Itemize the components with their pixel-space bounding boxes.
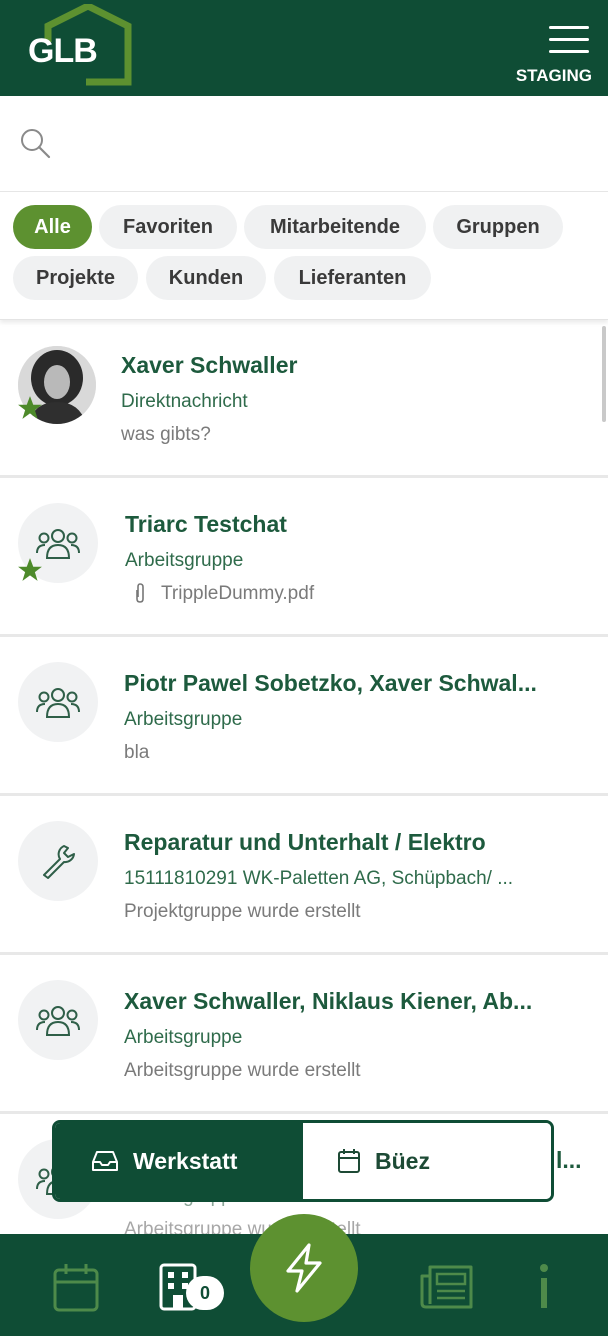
toggle-werkstatt[interactable]: Werkstatt (55, 1123, 303, 1199)
buildings-badge: 0 (186, 1276, 224, 1310)
paperclip-icon (136, 583, 144, 603)
chat-last-message: Arbeitsgruppe wurde erstellt (124, 1060, 361, 1081)
group-icon (36, 529, 80, 559)
search-icon (21, 129, 51, 159)
chat-subtitle: Arbeitsgruppe (124, 709, 243, 730)
search-input[interactable] (62, 124, 582, 164)
lightning-icon (286, 1243, 322, 1293)
chat-title: l... (556, 1147, 582, 1173)
group-icon (36, 688, 80, 718)
chat-subtitle: 15111810291 WK-Paletten AG, Schüpbach/ .… (124, 868, 514, 889)
filter-chip-projekte[interactable]: Projekte (13, 256, 138, 300)
hamburger-icon (549, 26, 589, 29)
avatar (18, 662, 98, 742)
filter-chip-lieferanten[interactable]: Lieferanten (274, 256, 431, 300)
filter-chip-favoriten[interactable]: Favoriten (99, 205, 237, 249)
chat-list: Xaver Schwaller Direktnachricht was gibt… (0, 320, 608, 1234)
chat-row[interactable]: Xaver Schwaller Direktnachricht was gibt… (0, 320, 608, 478)
wrench-icon (43, 845, 75, 879)
newspaper-icon[interactable] (420, 1264, 474, 1310)
avatar (18, 980, 98, 1060)
mode-toggle: Werkstatt Büez (52, 1120, 554, 1202)
filter-chips: Alle Favoriten Mitarbeitende Gruppen Pro… (0, 192, 608, 320)
filter-chip-gruppen[interactable]: Gruppen (433, 205, 563, 249)
avatar (18, 821, 98, 901)
toggle-bueez[interactable]: Büez (303, 1123, 551, 1199)
chat-title: Piotr Pawel Sobetzko, Xaver Schwal... (124, 670, 537, 696)
chat-title: Xaver Schwaller, Niklaus Kiener, Ab... (124, 988, 533, 1014)
chat-row[interactable]: Piotr Pawel Sobetzko, Xaver Schwal... Ar… (0, 638, 608, 796)
menu-button[interactable] (549, 26, 589, 56)
chat-last-message: TrippleDummy.pdf (161, 583, 315, 604)
chat-title: Triarc Testchat (125, 511, 287, 537)
favorite-star-icon (18, 396, 42, 419)
chat-title: Xaver Schwaller (121, 352, 298, 378)
favorite-star-icon (18, 558, 42, 581)
chat-subtitle: Arbeitsgruppe (124, 1027, 243, 1048)
toggle-werkstatt-label: Werkstatt (133, 1147, 238, 1174)
calendar-icon (338, 1149, 360, 1173)
chat-row[interactable]: Xaver Schwaller, Niklaus Kiener, Ab... A… (0, 956, 608, 1114)
chat-row[interactable]: Triarc Testchat Arbeitsgruppe TrippleDum… (0, 479, 608, 637)
chat-last-message: bla (124, 742, 150, 763)
chat-last-message: Arbeitsgruppe wurde erstellt (124, 1219, 361, 1234)
search-bar (0, 96, 608, 192)
chat-subtitle: Direktnachricht (121, 391, 248, 412)
toggle-bueez-label: Büez (375, 1147, 430, 1174)
scrollbar[interactable] (602, 326, 606, 422)
chat-row[interactable]: Reparatur und Unterhalt / Elektro 151118… (0, 797, 608, 955)
chat-title: Reparatur und Unterhalt / Elektro (124, 829, 486, 855)
inbox-icon (92, 1151, 118, 1171)
actions-button[interactable] (250, 1214, 358, 1322)
calendar-icon[interactable] (52, 1262, 100, 1314)
chat-last-message: Projektgruppe wurde erstellt (124, 901, 361, 922)
filter-chip-kunden[interactable]: Kunden (146, 256, 266, 300)
chat-last-message: was gibts? (121, 424, 211, 445)
group-icon (36, 1006, 80, 1036)
logo-text: GLB (28, 32, 98, 70)
info-icon[interactable] (530, 1262, 558, 1312)
filter-chip-mitarbeitende[interactable]: Mitarbeitende (244, 205, 426, 249)
environment-label: STAGING (515, 66, 592, 85)
filter-chip-alle[interactable]: Alle (13, 205, 92, 249)
app-header: GLB STAGING (0, 0, 608, 96)
chat-subtitle: Arbeitsgruppe (125, 550, 244, 571)
